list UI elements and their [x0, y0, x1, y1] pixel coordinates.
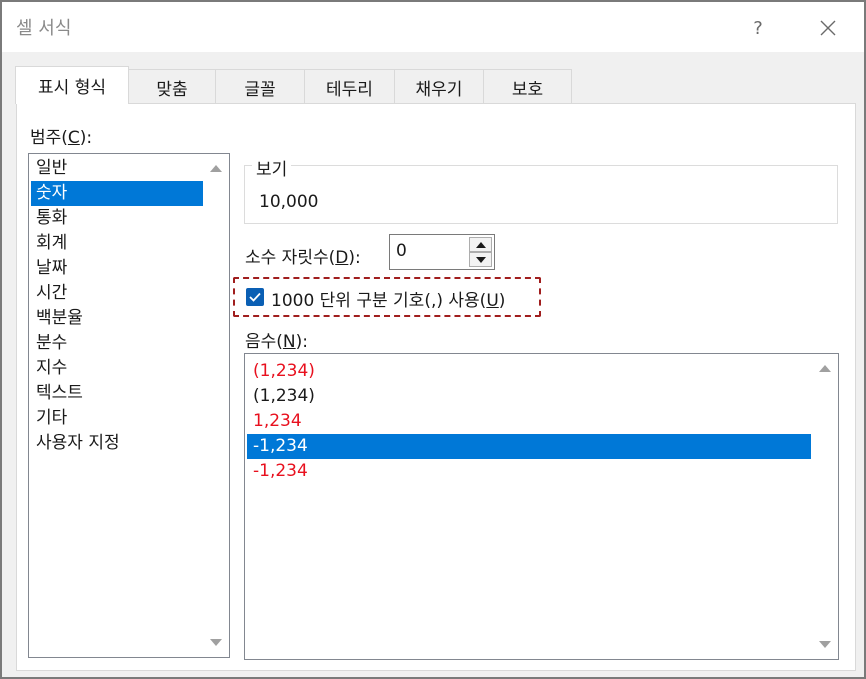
negative-option-minus-red[interactable]: -1,234: [247, 459, 811, 484]
help-button[interactable]: ?: [738, 10, 778, 46]
negative-scrollbar[interactable]: [812, 354, 838, 659]
use-separator-checkbox[interactable]: [246, 288, 264, 306]
checkmark-icon: [249, 292, 261, 302]
category-item-custom[interactable]: 사용자 지정: [31, 431, 203, 456]
negative-numbers-label: 음수(N):: [245, 332, 309, 352]
negative-option-parens-red[interactable]: (1,234): [247, 359, 811, 384]
spin-up-icon: [475, 241, 486, 248]
scroll-down-arrow-icon[interactable]: [812, 633, 838, 657]
scroll-up-arrow-icon[interactable]: [203, 156, 229, 180]
scroll-down-arrow-icon[interactable]: [203, 631, 229, 655]
negative-option-minus-black[interactable]: -1,234: [247, 434, 811, 459]
category-item-text[interactable]: 텍스트: [31, 381, 203, 406]
decimal-places-label: 소수 자릿수(D):: [245, 248, 361, 268]
negative-numbers-listbox[interactable]: (1,234) (1,234) 1,234 -1,234 -1,234: [244, 353, 839, 660]
decimal-places-input[interactable]: 0: [396, 241, 407, 261]
tab-protection[interactable]: 보호: [483, 69, 572, 104]
category-scrollbar[interactable]: [203, 154, 229, 657]
category-item-fraction[interactable]: 분수: [31, 331, 203, 356]
category-item-percentage[interactable]: 백분율: [31, 306, 203, 331]
spin-down-icon: [475, 256, 486, 263]
sample-label: 보기: [252, 155, 292, 180]
category-item-currency[interactable]: 통화: [31, 206, 203, 231]
spin-up-button[interactable]: [469, 237, 492, 252]
category-item-general[interactable]: 일반: [31, 156, 203, 181]
tab-font[interactable]: 글꼴: [215, 69, 305, 104]
close-icon: [820, 20, 836, 36]
category-listbox[interactable]: 일반 숫자 통화 회계 날짜 시간 백분율 분수 지수 텍스트 기타 사용자 지…: [28, 153, 230, 658]
category-item-scientific[interactable]: 지수: [31, 356, 203, 381]
tab-strip: 표시 형식 맞춤 글꼴 테두리 채우기 보호: [15, 66, 572, 104]
sample-value: 10,000: [259, 192, 319, 212]
tab-number[interactable]: 표시 형식: [15, 66, 129, 104]
tab-alignment[interactable]: 맞춤: [128, 69, 216, 104]
use-separator-label[interactable]: 1000 단위 구분 기호(,) 사용(U): [271, 286, 505, 311]
category-item-special[interactable]: 기타: [31, 406, 203, 431]
category-item-number[interactable]: 숫자: [31, 181, 203, 206]
close-button[interactable]: [808, 10, 848, 46]
category-item-date[interactable]: 날짜: [31, 256, 203, 281]
category-item-accounting[interactable]: 회계: [31, 231, 203, 256]
decimal-places-stepper[interactable]: 0: [389, 234, 495, 270]
dialog-title: 셀 서식: [16, 18, 72, 39]
scroll-up-arrow-icon[interactable]: [812, 356, 838, 380]
negative-option-plain-red[interactable]: 1,234: [247, 409, 811, 434]
sample-group: [244, 165, 838, 224]
category-item-time[interactable]: 시간: [31, 281, 203, 306]
tab-border[interactable]: 테두리: [304, 69, 395, 104]
negative-option-parens-black[interactable]: (1,234): [247, 384, 811, 409]
tab-fill[interactable]: 채우기: [394, 69, 484, 104]
title-bar: 셀 서식 ?: [2, 2, 864, 52]
help-icon: ?: [753, 17, 763, 39]
category-label: 범주(C):: [30, 128, 93, 148]
spin-down-button[interactable]: [469, 252, 492, 267]
